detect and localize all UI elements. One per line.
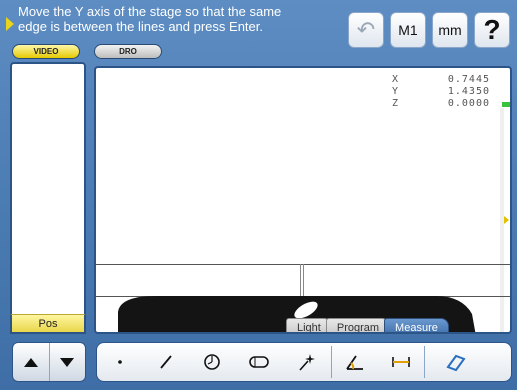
tab-measure[interactable]: Measure (384, 318, 449, 332)
scroll-arrow-pad (12, 342, 86, 382)
measure-rectangle-button[interactable] (425, 343, 485, 381)
angle-icon (346, 355, 363, 370)
arrow-down-icon (60, 357, 75, 367)
help-button[interactable]: ? (474, 12, 510, 48)
measure-circle-button[interactable] (189, 343, 235, 381)
slot-icon (249, 356, 269, 368)
measure-slot-button[interactable] (235, 343, 283, 381)
instruction-text: Move the Y axis of the stage so that the… (18, 4, 281, 34)
circle-icon (204, 354, 220, 370)
feature-list-panel[interactable] (10, 62, 86, 334)
dro-mode-button[interactable]: DRO (94, 44, 162, 59)
measure-auto-button[interactable] (283, 343, 331, 381)
scroll-up-button[interactable] (13, 343, 49, 381)
prompt-arrow-icon (6, 17, 14, 31)
edge-sparkle-icon (299, 354, 315, 371)
point-icon (118, 360, 122, 364)
measure-angle-button[interactable] (332, 343, 378, 381)
part-edge-image (118, 296, 476, 332)
instruction-line-2: edge is between the lines and press Ente… (18, 19, 263, 34)
distance-icon (392, 357, 410, 367)
measure-toolbar (96, 342, 512, 382)
video-mode-button[interactable]: VIDEO (12, 44, 80, 59)
video-view[interactable]: X 0.7445 Y 1.4350 Z 0.0000 Light Program… (94, 66, 512, 334)
instruction-area: Move the Y axis of the stage so that the… (6, 4, 346, 44)
instruction-line-1: Move the Y axis of the stage so that the… (18, 4, 282, 19)
measure-point-button[interactable] (97, 343, 143, 381)
line-icon (160, 355, 172, 369)
tab-light[interactable]: Light (286, 318, 332, 332)
arrow-up-icon (23, 357, 38, 367)
measure-distance-button[interactable] (378, 343, 424, 381)
scroll-down-button[interactable] (48, 343, 86, 381)
pos-label[interactable]: Pos (10, 314, 86, 334)
units-button[interactable]: mm (432, 12, 468, 48)
measure-line-button[interactable] (143, 343, 189, 381)
sub-tab-bar: Light Program Measure (286, 318, 449, 332)
m1-button[interactable]: M1 (390, 12, 426, 48)
tab-program[interactable]: Program (325, 318, 391, 332)
undo-button[interactable]: ↶ (348, 12, 384, 48)
undo-icon: ↶ (356, 17, 376, 42)
rectangle-icon (446, 354, 466, 372)
